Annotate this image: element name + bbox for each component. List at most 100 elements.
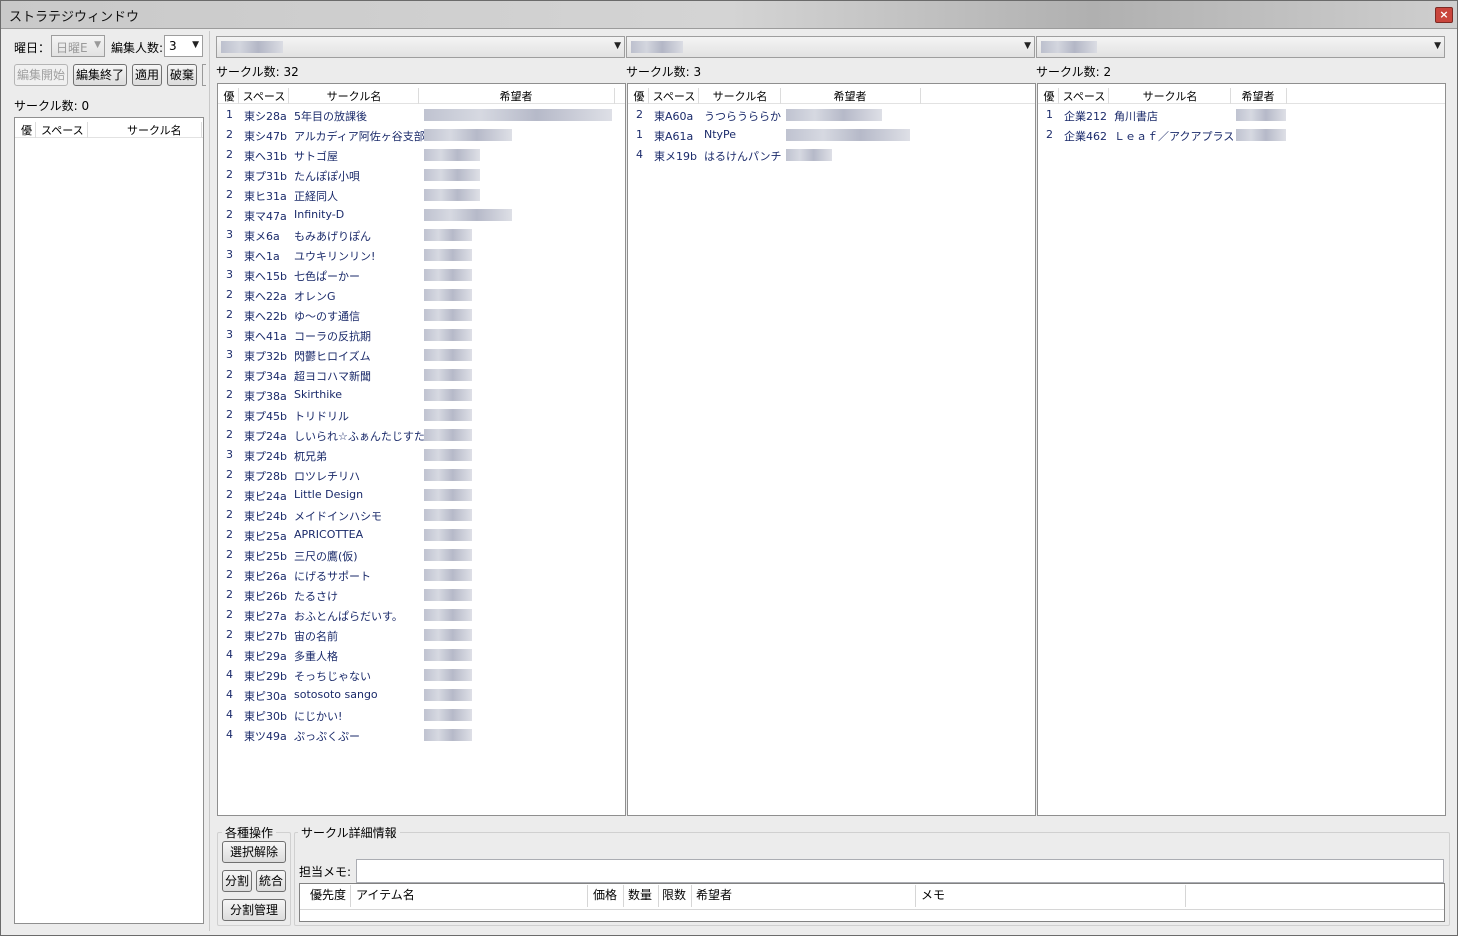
circle-row[interactable]: 2 東プ45b トリドリル bbox=[218, 405, 625, 425]
circle-row[interactable]: 1 企業212 角川書店 bbox=[1038, 105, 1445, 125]
deselect-button[interactable]: 選択解除 bbox=[222, 841, 286, 863]
circle-row[interactable]: 2 東ピ24a Little Design bbox=[218, 485, 625, 505]
splitter[interactable] bbox=[209, 31, 210, 931]
circle-panel-3[interactable]: 優スペース サークル名 希望者 1 企業212 角川書店 2 企業462 Ｌｅａｆ／アクアプラス bbox=[1037, 83, 1446, 816]
circle-row[interactable]: 2 東プ28b ロツレチリハ bbox=[218, 465, 625, 485]
circle-row[interactable]: 2 東プ34a 超ヨコハマ新聞 bbox=[218, 365, 625, 385]
col-item-name[interactable]: アイテム名 bbox=[356, 886, 415, 903]
col-priority[interactable]: 優先度 bbox=[310, 886, 346, 903]
editors-select[interactable]: 3 ▼ bbox=[164, 35, 203, 57]
item-grid[interactable]: 優先度 アイテム名 価格 数量 限数 希望者 メモ bbox=[299, 883, 1445, 922]
weekday-select[interactable]: 日曜E ▼ bbox=[51, 35, 105, 57]
circle-row[interactable]: 2 東ピ26a にげるサポート bbox=[218, 565, 625, 585]
memo-input[interactable] bbox=[356, 859, 1444, 883]
circle-name-cell: オレンG bbox=[294, 290, 336, 303]
circle-row[interactable]: 3 東へ15b 七色ぱーかー bbox=[218, 265, 625, 285]
circle-row[interactable]: 1 東A61a NtyPe bbox=[628, 125, 1035, 145]
circle-row[interactable]: 2 東プ38a Skirthike bbox=[218, 385, 625, 405]
split-button[interactable]: 分割 bbox=[222, 870, 252, 892]
editor-select-3[interactable]: ▼ bbox=[1036, 36, 1445, 58]
circle-row[interactable]: 4 東ピ29a 多重人格 bbox=[218, 645, 625, 665]
circle-row[interactable]: 4 東ピ30a sotosoto sango bbox=[218, 685, 625, 705]
col-name[interactable]: サークル名 bbox=[700, 88, 780, 104]
discard-button[interactable]: 破棄 bbox=[167, 64, 197, 86]
circle-row[interactable]: 3 東メ6a もみあげりぽん bbox=[218, 225, 625, 245]
left-circle-list[interactable]: 優 スペース サークル名 bbox=[14, 117, 204, 924]
circle-row[interactable]: 2 東ピ24b メイドインハシモ bbox=[218, 505, 625, 525]
column-divider[interactable] bbox=[920, 88, 921, 104]
circle-panel-2[interactable]: 優スペース サークル名 希望者 2 東A60a うつらうららか 1 東A61a NtyPe 4 東メ… bbox=[627, 83, 1036, 816]
redacted-requester bbox=[424, 369, 472, 381]
circle-row[interactable]: 3 東プ24b 杌兄弟 bbox=[218, 445, 625, 465]
close-icon[interactable]: × bbox=[1435, 7, 1453, 23]
column-divider[interactable] bbox=[1108, 88, 1109, 104]
col-prio[interactable]: 優 bbox=[1040, 88, 1058, 104]
circle-row[interactable]: 3 東へ41a コーラの反抗期 bbox=[218, 325, 625, 345]
circle-row[interactable]: 4 東メ19b はるけんパンチ bbox=[628, 145, 1035, 165]
col-memo[interactable]: メモ bbox=[921, 886, 945, 903]
circle-name-cell: Ｌｅａｆ／アクアプラス bbox=[1114, 130, 1235, 143]
col-prio[interactable]: 優 bbox=[220, 88, 238, 104]
split-manage-button[interactable]: 分割管理 bbox=[222, 899, 286, 921]
col-space[interactable]: スペース bbox=[1060, 88, 1108, 104]
col-space[interactable]: スペース bbox=[240, 88, 288, 104]
column-divider[interactable] bbox=[1058, 88, 1059, 104]
circle-row[interactable]: 2 東へ22b ゆ～のす通信 bbox=[218, 305, 625, 325]
edit-start-button[interactable]: 編集開始 bbox=[14, 64, 68, 86]
circle-row[interactable]: 2 企業462 Ｌｅａｆ／アクアプラス bbox=[1038, 125, 1445, 145]
circle-name-cell: はるけんパンチ bbox=[704, 150, 782, 163]
col-name[interactable]: サークル名 bbox=[127, 122, 182, 138]
column-divider[interactable] bbox=[698, 88, 699, 104]
col-hope[interactable]: 希望者 bbox=[1230, 88, 1286, 104]
col-prio[interactable]: 優 bbox=[630, 88, 648, 104]
title-bar[interactable]: ストラテジウィンドウ × bbox=[1, 1, 1457, 29]
col-hope[interactable]: 希望者 bbox=[418, 88, 614, 104]
space-cell: 東プ31b bbox=[244, 170, 287, 183]
redacted-requester bbox=[424, 649, 472, 661]
col-quantity[interactable]: 数量 bbox=[628, 886, 652, 903]
column-divider[interactable] bbox=[238, 88, 239, 104]
col-space[interactable]: スペース bbox=[650, 88, 698, 104]
col-price[interactable]: 価格 bbox=[593, 886, 617, 903]
editor-select-1[interactable]: ▼ bbox=[216, 36, 625, 58]
apply-button[interactable]: 適用 bbox=[132, 64, 162, 86]
circle-row[interactable]: 2 東プ31b たんぽぽ小唄 bbox=[218, 165, 625, 185]
col-prio[interactable]: 優 bbox=[21, 122, 32, 138]
circle-row[interactable]: 2 東ピ27b 宙の名前 bbox=[218, 625, 625, 645]
circle-row[interactable]: 2 東ヒ31a 正経同人 bbox=[218, 185, 625, 205]
circle-row[interactable]: 2 東へ22a オレンG bbox=[218, 285, 625, 305]
column-divider[interactable] bbox=[288, 88, 289, 104]
circle-row[interactable]: 2 東ピ25b 三尺の鷹(仮) bbox=[218, 545, 625, 565]
circle-row[interactable]: 2 東ピ25a APRICOTTEA bbox=[218, 525, 625, 545]
circle-row[interactable]: 2 東ピ27a おふとんぱらだいす。 bbox=[218, 605, 625, 625]
column-divider[interactable] bbox=[614, 88, 615, 104]
col-name[interactable]: サークル名 bbox=[290, 88, 418, 104]
space-cell: 東プ32b bbox=[244, 350, 287, 363]
col-limit[interactable]: 限数 bbox=[662, 886, 686, 903]
circle-row[interactable]: 2 東へ31b サトゴ屋 bbox=[218, 145, 625, 165]
merge-button[interactable]: 統合 bbox=[256, 870, 286, 892]
col-space[interactable]: スペース bbox=[41, 122, 84, 138]
col-requester[interactable]: 希望者 bbox=[696, 886, 732, 903]
circle-row[interactable]: 4 東ピ30b にじかい! bbox=[218, 705, 625, 725]
circle-row[interactable]: 2 東ピ26b たるさけ bbox=[218, 585, 625, 605]
column-divider[interactable] bbox=[648, 88, 649, 104]
col-hope[interactable]: 希望者 bbox=[780, 88, 920, 104]
circle-panel-1[interactable]: 優スペース サークル名 希望者 1 東シ28a 5年目の放課後 2 東シ47b アルカディア阿佐… bbox=[217, 83, 626, 816]
column-divider[interactable] bbox=[1286, 88, 1287, 104]
circle-row[interactable]: 2 東A60a うつらうららか bbox=[628, 105, 1035, 125]
circle-row[interactable]: 1 東シ28a 5年目の放課後 bbox=[218, 105, 625, 125]
circle-row[interactable]: 3 東プ32b 閃鬱ヒロイズム bbox=[218, 345, 625, 365]
redacted-requester bbox=[424, 689, 472, 701]
circle-row[interactable]: 2 東マ47a Infinity-D bbox=[218, 205, 625, 225]
edit-end-button[interactable]: 編集終了 bbox=[73, 64, 127, 86]
editor-select-2[interactable]: ▼ bbox=[626, 36, 1035, 58]
chevron-down-icon: ▼ bbox=[192, 40, 199, 50]
circle-row[interactable]: 4 東ピ29b そっちじゃない bbox=[218, 665, 625, 685]
circle-row[interactable]: 2 東プ24a しいられ☆ふぁんたじすた bbox=[218, 425, 625, 445]
col-name[interactable]: サークル名 bbox=[1110, 88, 1230, 104]
circle-row[interactable]: 2 東シ47b アルカディア阿佐ヶ谷支部 bbox=[218, 125, 625, 145]
redacted-requester bbox=[424, 549, 472, 561]
circle-row[interactable]: 4 東ツ49a ぷっぷくぷー bbox=[218, 725, 625, 745]
circle-row[interactable]: 3 東へ1a ユウキリンリン! bbox=[218, 245, 625, 265]
